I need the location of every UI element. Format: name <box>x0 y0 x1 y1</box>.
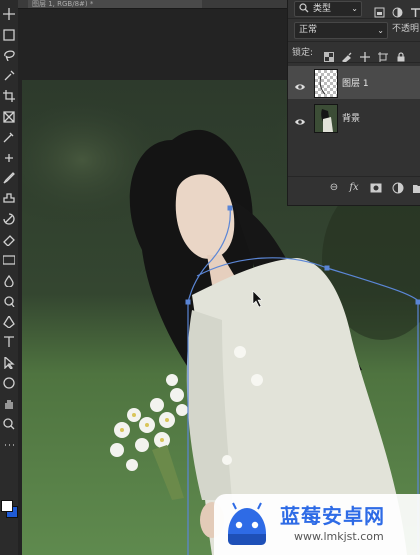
blend-mode-dropdown[interactable]: 正常 ⌄ <box>294 22 388 39</box>
gradient-tool-icon[interactable] <box>1 252 17 268</box>
marquee-tool-icon[interactable] <box>1 27 17 43</box>
layers-panel-footer: ⊖ fx <box>288 176 420 199</box>
lock-image-pixels-icon[interactable] <box>341 47 352 63</box>
watermark-title: 蓝莓安卓网 <box>280 504 385 528</box>
watermark-url: www.lmkjst.com <box>294 530 384 543</box>
move-tool-icon[interactable] <box>1 6 17 22</box>
android-logo-icon <box>228 502 266 545</box>
clone-stamp-tool-icon[interactable] <box>1 191 17 207</box>
chevron-down-icon: ⌄ <box>351 4 358 13</box>
pen-tool-icon[interactable] <box>1 314 17 330</box>
foreground-color-swatch[interactable] <box>1 500 13 512</box>
eraser-tool-icon[interactable] <box>1 232 17 248</box>
layer-effects-icon[interactable]: fx <box>348 182 360 194</box>
healing-brush-tool-icon[interactable] <box>1 150 17 166</box>
chevron-down-icon: ⌄ <box>377 26 384 35</box>
layers-panel: 类型 ⌄ 正常 ⌄ 不透明 锁定: 图层 1 背景 ⊖ fx <box>287 0 420 206</box>
layer-thumbnail <box>314 69 338 98</box>
document-tab-bar: 图层 1, RGB/8#) * <box>18 0 288 9</box>
tools-panel <box>0 0 19 555</box>
quick-select-tool-icon[interactable] <box>1 68 17 84</box>
adjustment-filter-icon[interactable] <box>392 3 403 18</box>
document-tab[interactable]: 图层 1, RGB/8#) * <box>28 0 202 8</box>
lock-label: 锁定: <box>292 48 314 58</box>
dodge-tool-icon[interactable] <box>1 293 17 309</box>
layer-name[interactable]: 图层 1 <box>342 76 369 89</box>
add-mask-icon[interactable] <box>370 182 382 194</box>
lock-all-icon[interactable] <box>396 47 406 62</box>
filter-label: 类型 <box>313 4 332 14</box>
layer-row-2[interactable]: 背景 <box>288 101 420 134</box>
adjustment-layer-icon[interactable] <box>392 182 404 194</box>
blend-mode-value: 正常 <box>299 25 318 35</box>
crop-tool-icon[interactable] <box>1 88 17 104</box>
layer-row-1[interactable]: 图层 1 <box>288 66 420 99</box>
eyedropper-tool-icon[interactable] <box>1 129 17 145</box>
lock-row: 锁定: <box>288 42 420 63</box>
type-filter-icon[interactable] <box>410 3 420 17</box>
layer-thumbnail <box>314 104 338 133</box>
layer-name[interactable]: 背景 <box>342 111 360 124</box>
link-layers-icon[interactable]: ⊖ <box>328 182 340 194</box>
blur-tool-icon[interactable] <box>1 273 17 289</box>
image-filter-icon[interactable] <box>374 3 385 18</box>
more-tools-icon[interactable] <box>1 437 17 453</box>
zoom-tool-icon[interactable] <box>1 416 17 432</box>
frame-tool-icon[interactable] <box>1 109 17 125</box>
lock-position-icon[interactable] <box>360 47 370 62</box>
lock-transparent-pixels-icon[interactable] <box>324 47 334 62</box>
hand-tool-icon[interactable] <box>1 396 17 412</box>
eye-icon[interactable] <box>294 77 306 90</box>
brush-tool-icon[interactable] <box>1 170 17 186</box>
opacity-label[interactable]: 不透明 <box>392 22 419 37</box>
lock-artboard-icon[interactable] <box>378 47 388 62</box>
type-tool-icon[interactable] <box>1 334 17 350</box>
search-icon <box>299 3 309 18</box>
new-group-icon[interactable] <box>412 182 420 194</box>
lasso-tool-icon[interactable] <box>1 47 17 63</box>
site-watermark: 蓝莓安卓网 www.lmkjst.com <box>214 494 420 555</box>
layer-filter-row: 类型 ⌄ <box>288 0 420 19</box>
shape-tool-icon[interactable] <box>1 375 17 391</box>
path-select-tool-icon[interactable] <box>1 355 17 371</box>
history-brush-tool-icon[interactable] <box>1 211 17 227</box>
blend-row: 正常 ⌄ 不透明 <box>288 19 420 42</box>
eye-icon[interactable] <box>294 112 306 125</box>
layer-filter-dropdown[interactable]: 类型 ⌄ <box>294 1 362 17</box>
